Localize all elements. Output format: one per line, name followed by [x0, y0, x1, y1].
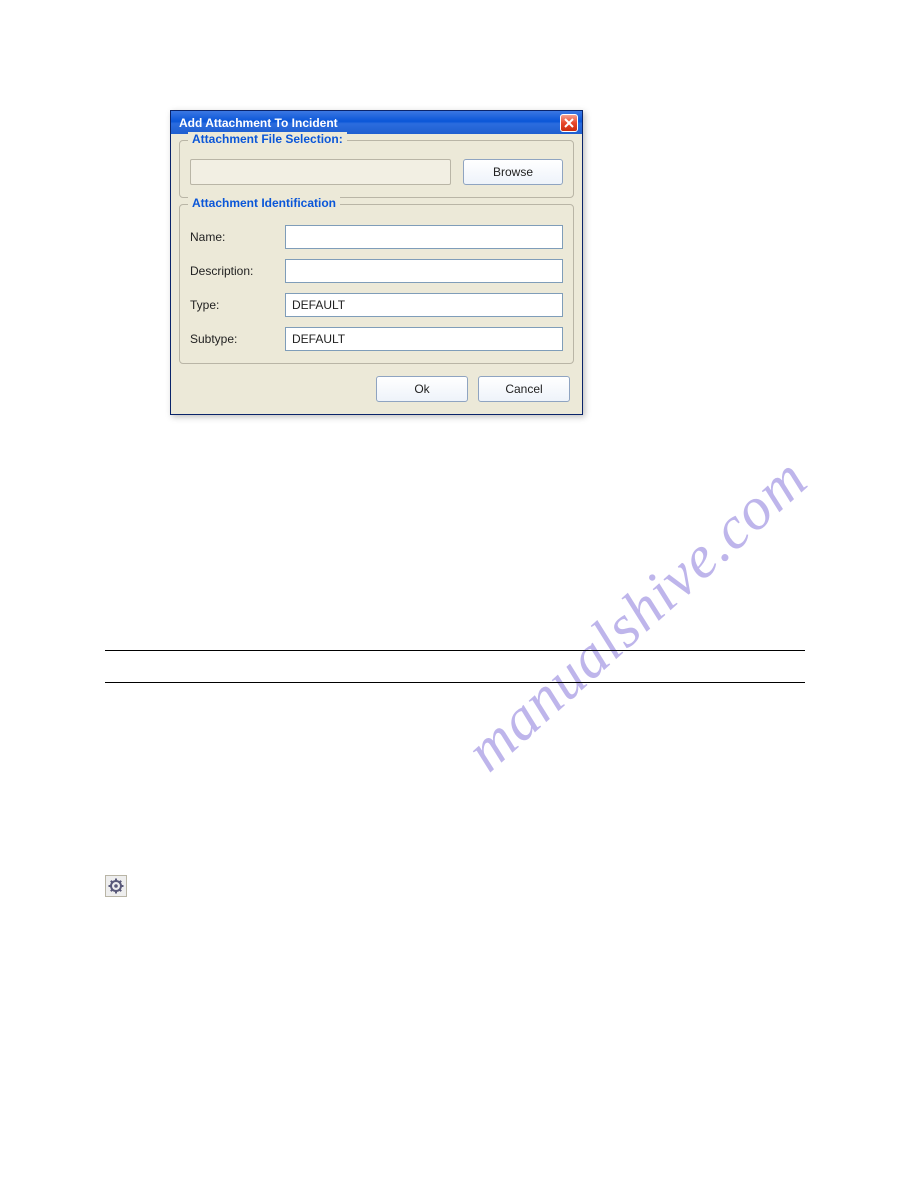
identification-fieldset: Attachment Identification Name: Descript…	[179, 204, 574, 364]
add-attachment-dialog: Add Attachment To Incident Attachment Fi…	[170, 110, 583, 415]
name-input[interactable]	[285, 225, 563, 249]
ok-button[interactable]: Ok	[376, 376, 468, 402]
type-row: Type:	[190, 293, 563, 317]
button-row: Ok Cancel	[179, 370, 574, 406]
horizontal-rule-1	[105, 650, 805, 651]
description-row: Description:	[190, 259, 563, 283]
file-row: Browse	[190, 151, 563, 185]
subtype-row: Subtype:	[190, 327, 563, 351]
file-selection-fieldset: Attachment File Selection: Browse	[179, 140, 574, 198]
file-path-input[interactable]	[190, 159, 451, 185]
browse-button[interactable]: Browse	[463, 159, 563, 185]
type-label: Type:	[190, 298, 285, 312]
description-input[interactable]	[285, 259, 563, 283]
name-label: Name:	[190, 230, 285, 244]
dialog-body: Attachment File Selection: Browse Attach…	[171, 134, 582, 414]
gear-icon	[105, 875, 127, 897]
dialog-title: Add Attachment To Incident	[179, 116, 338, 130]
close-icon	[564, 118, 574, 128]
subtype-label: Subtype:	[190, 332, 285, 346]
name-row: Name:	[190, 225, 563, 249]
watermark-text: manualshive.com	[453, 444, 821, 785]
cancel-button[interactable]: Cancel	[478, 376, 570, 402]
titlebar[interactable]: Add Attachment To Incident	[171, 111, 582, 134]
type-input[interactable]	[285, 293, 563, 317]
description-label: Description:	[190, 264, 285, 278]
identification-legend: Attachment Identification	[188, 196, 340, 210]
horizontal-rule-2	[105, 682, 805, 683]
dialog-container: Add Attachment To Incident Attachment Fi…	[170, 110, 583, 415]
file-selection-legend: Attachment File Selection:	[188, 132, 347, 146]
close-button[interactable]	[560, 114, 578, 132]
subtype-input[interactable]	[285, 327, 563, 351]
